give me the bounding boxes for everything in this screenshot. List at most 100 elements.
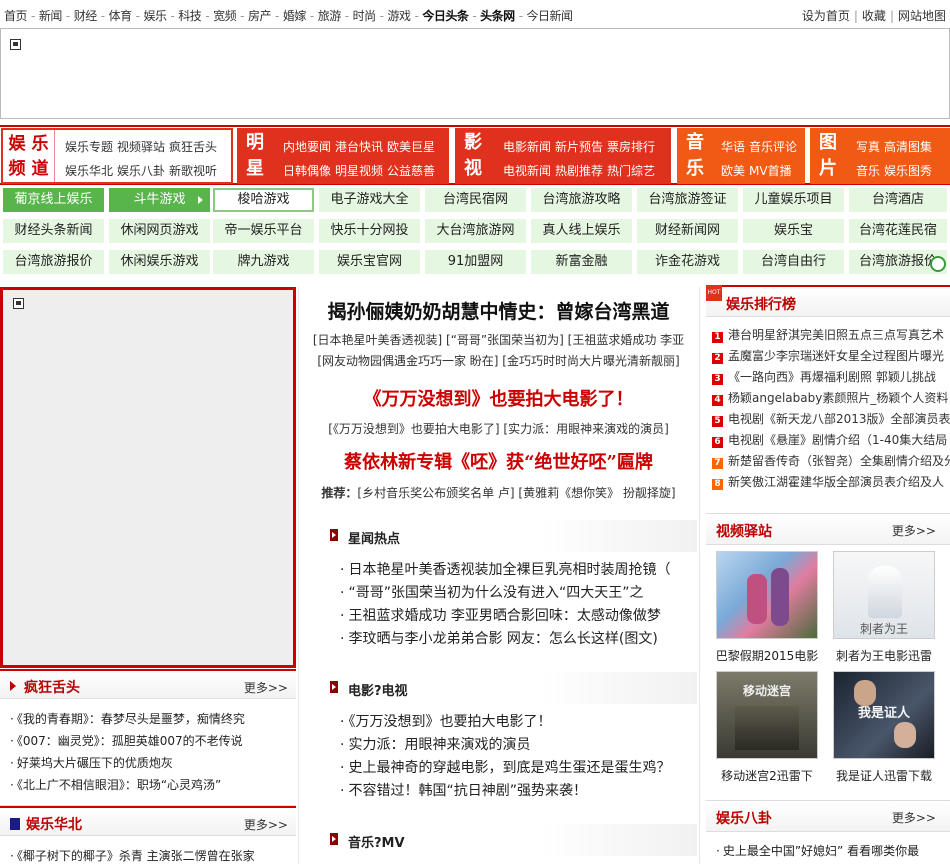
- rank-title[interactable]: 娱乐排行榜: [726, 294, 796, 314]
- rank-item[interactable]: 7 新楚留香传奇（张智尧）全集剧情介绍及分: [712, 452, 950, 469]
- channel-link[interactable]: 娱乐八卦: [117, 164, 165, 178]
- gossip-title[interactable]: 娱乐八卦: [716, 808, 772, 828]
- nav-link[interactable]: 今日新闻: [527, 9, 574, 23]
- tag-link[interactable]: 台湾酒店: [849, 188, 947, 212]
- list-item[interactable]: 李玟晒与李小龙弟弟合影 网友：怎么长这样(图文): [340, 628, 700, 651]
- channel-link[interactable]: 港台快讯: [335, 140, 383, 154]
- channel-link[interactable]: 电视新闻: [503, 164, 551, 178]
- nav-link[interactable]: 游戏: [387, 9, 411, 23]
- rank-item-label[interactable]: 港台明星舒淇完美旧照五点三点写真艺术: [728, 328, 944, 342]
- rank-item-label[interactable]: 新楚留香传奇（张智尧）全集剧情介绍及分: [728, 454, 950, 468]
- list-item[interactable]: 《北上广不相信眼泪》：职场“心灵鸡汤”: [10, 774, 290, 796]
- utility-link[interactable]: 网站地图: [898, 9, 946, 23]
- headline-1-related-1[interactable]: [日本艳星叶美香透视装] [“哥哥”张国荣当初为] [王祖蓝求婚成功 李亚: [300, 331, 697, 348]
- list-item[interactable]: 实力派：用眼神来演戏的演员: [340, 734, 700, 757]
- video-caption-4[interactable]: 我是证人迅雷下载: [829, 767, 939, 784]
- list-item[interactable]: 不容错过！韩国“抗日神剧”强势来袭！: [340, 780, 700, 803]
- crazy-tongue-more-link[interactable]: 更多>>: [244, 679, 288, 696]
- tag-link[interactable]: 娱乐宝官网: [319, 250, 420, 274]
- nav-link[interactable]: 科技: [178, 9, 202, 23]
- channel-link[interactable]: 票房排行: [607, 140, 655, 154]
- nav-link[interactable]: 体育: [109, 9, 133, 23]
- rank-item-label[interactable]: 孟魔富少李宗瑞迷奸女星全过程图片曝光: [728, 349, 944, 363]
- ent-north-more-link[interactable]: 更多>>: [244, 816, 288, 833]
- tag-link[interactable]: 梭哈游戏: [213, 188, 314, 212]
- channel-link[interactable]: 音乐: [856, 164, 880, 178]
- channel-link[interactable]: 新歌视听: [169, 164, 217, 178]
- tag-link[interactable]: 财经头条新闻: [3, 219, 104, 243]
- crazy-tongue-title[interactable]: 疯狂舌头: [24, 680, 80, 696]
- channel-link[interactable]: 音乐评论: [749, 140, 797, 154]
- channel-entertainment-title-1[interactable]: 娱 乐: [3, 132, 54, 157]
- nav-link[interactable]: 首页: [4, 9, 28, 23]
- left-ad-slot[interactable]: [0, 287, 296, 668]
- rank-item[interactable]: 6 电视剧《悬崖》剧情介绍（1-40集大结局: [712, 431, 947, 448]
- channel-link[interactable]: 高清图集: [884, 140, 932, 154]
- rank-item[interactable]: 1 港台明星舒淇完美旧照五点三点写真艺术: [712, 326, 944, 343]
- tag-link[interactable]: 诈金花游戏: [637, 250, 738, 274]
- channel-link[interactable]: 热门综艺: [607, 164, 655, 178]
- channel-link[interactable]: 日韩偶像: [283, 164, 331, 178]
- rank-item[interactable]: 8 新笑傲江湖霍建华版全部演员表介绍及人: [712, 473, 944, 490]
- utility-link[interactable]: 设为首页: [802, 9, 850, 23]
- channel-link[interactable]: MV首播: [749, 164, 792, 178]
- channel-link[interactable]: 娱乐图秀: [884, 164, 932, 178]
- tag-link[interactable]: 财经新闻网: [637, 219, 738, 243]
- channel-film-title[interactable]: 影 视: [455, 128, 493, 184]
- video-more-link[interactable]: 更多>>: [892, 522, 936, 539]
- channel-link[interactable]: 疯狂舌头: [169, 140, 217, 154]
- tag-link[interactable]: 儿童娱乐项目: [743, 188, 844, 212]
- channel-star-title[interactable]: 明 星: [237, 128, 275, 184]
- channel-link[interactable]: 电影新闻: [503, 140, 551, 154]
- list-item[interactable]: 史上最全中国”好媳妇” 看看哪类你最: [716, 840, 948, 862]
- list-item[interactable]: “哥哥”张国荣当初为什么没有进入“四大天王”之: [340, 582, 700, 605]
- channel-link[interactable]: 视频驿站: [117, 140, 165, 154]
- tag-link[interactable]: 电子游戏大全: [319, 188, 420, 212]
- tag-link[interactable]: 葡京线上娱乐: [3, 188, 104, 212]
- tag-link[interactable]: 台湾花莲民宿: [849, 219, 947, 243]
- rank-item[interactable]: 3 《一路向西》再爆福利剧照 郭颖儿挑战: [712, 368, 936, 385]
- list-item[interactable]: 好莱坞大片碾压下的优质炮灰: [10, 752, 290, 774]
- list-item[interactable]: 《万万没想到》也要拍大电影了！: [340, 711, 700, 734]
- rank-item[interactable]: 4 杨颖angelababy素颜照片_杨颖个人资料: [712, 389, 948, 406]
- list-item[interactable]: 史上最神奇的穿越电影，到底是鸡生蛋还是蛋生鸡？: [340, 757, 700, 780]
- nav-link[interactable]: 婚嫁: [283, 9, 307, 23]
- channel-link[interactable]: 公益慈善: [387, 164, 435, 178]
- nav-link[interactable]: 头条网: [480, 9, 515, 23]
- rank-item-label[interactable]: 新笑傲江湖霍建华版全部演员表介绍及人: [728, 475, 944, 489]
- nav-link[interactable]: 时尚: [353, 9, 377, 23]
- music-mv-title[interactable]: 音乐?MV: [348, 832, 405, 851]
- list-item[interactable]: 日本艳星叶美香透视装加全裸巨乳亮相时装周抢镜（: [340, 559, 700, 582]
- tag-link[interactable]: 真人线上娱乐: [531, 219, 632, 243]
- tag-link[interactable]: 牌九游戏: [213, 250, 314, 274]
- rank-item-label[interactable]: 电视剧《新天龙八部2013版》全部演员表: [728, 412, 950, 426]
- tag-link[interactable]: 帝一娱乐平台: [213, 219, 314, 243]
- video-thumb-4[interactable]: 我是证人: [833, 671, 935, 759]
- channel-link[interactable]: 娱乐专题: [65, 140, 113, 154]
- rank-item-label[interactable]: 电视剧《悬崖》剧情介绍（1-40集大结局: [728, 433, 947, 447]
- tag-link[interactable]: 台湾民宿网: [425, 188, 526, 212]
- nav-link[interactable]: 财经: [74, 9, 98, 23]
- nav-link[interactable]: 娱乐: [143, 9, 167, 23]
- channel-link[interactable]: 华语: [721, 140, 745, 154]
- star-news-title[interactable]: 星闻热点: [348, 528, 400, 547]
- video-thumb-3[interactable]: 移动迷宫: [716, 671, 818, 759]
- tag-link[interactable]: 休闲娱乐游戏: [109, 250, 210, 274]
- channel-link[interactable]: 娱乐华北: [65, 164, 113, 178]
- tag-link[interactable]: 快乐十分网投: [319, 219, 420, 243]
- tag-link[interactable]: 娱乐宝: [743, 219, 844, 243]
- video-caption-3[interactable]: 移动迷宫2迅雷下: [712, 767, 822, 784]
- tag-link[interactable]: 大台湾旅游网: [425, 219, 526, 243]
- list-item[interactable]: 王祖蓝求婚成功 李亚男晒合影回味：太感动像做梦: [340, 605, 700, 628]
- tag-link[interactable]: 台湾旅游报价: [3, 250, 104, 274]
- gossip-more-link[interactable]: 更多>>: [892, 809, 936, 826]
- channel-link[interactable]: 写真: [856, 140, 880, 154]
- channel-link[interactable]: 内地要闻: [283, 140, 331, 154]
- top-ad-banner[interactable]: [0, 28, 950, 119]
- tag-link[interactable]: 斗牛游戏: [109, 188, 210, 212]
- nav-link[interactable]: 新闻: [39, 9, 63, 23]
- channel-link[interactable]: 明星视频: [335, 164, 383, 178]
- nav-link[interactable]: 旅游: [318, 9, 342, 23]
- rank-item[interactable]: 2 孟魔富少李宗瑞迷奸女星全过程图片曝光: [712, 347, 944, 364]
- tag-link[interactable]: 台湾自由行: [743, 250, 844, 274]
